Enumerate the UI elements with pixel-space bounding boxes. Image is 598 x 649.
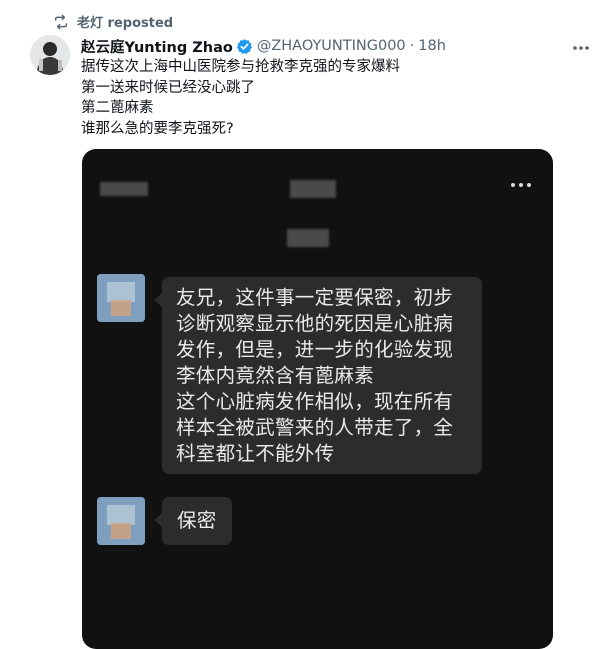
repost-indicator[interactable]: 老灯 reposted [53,12,173,31]
repost-label: reposted [107,16,174,31]
separator-dot: · [409,38,415,54]
message-bubble: 保密 [154,497,232,545]
tweet-header: 赵云庭Yunting Zhao @ZHAOYUNTING000 · 18h [81,35,598,57]
reposter-name[interactable]: 老灯 [77,16,103,31]
message-line: 诊断观察显示他的死因是心脏病 [176,312,454,335]
tweet-media-image[interactable]: 友兄，这件事一定要保密，初步 诊断观察显示他的死因是心脏病 发作，但是，进一步的… [82,149,553,649]
author-handle[interactable]: @ZHAOYUNTING000 [257,38,406,54]
sender-avatar [97,274,145,322]
message-line: 友兄，这件事一定要保密，初步 [176,286,454,309]
tweet-line: 第二蓖麻素 [81,100,154,116]
repost-icon [53,14,69,30]
blurred-back-region [100,182,148,196]
more-dots-icon [572,36,590,55]
message-bubble: 友兄，这件事一定要保密，初步 诊断观察显示他的死因是心脏病 发作，但是，进一步的… [154,277,482,474]
message-line: 李体内竟然含有蓖麻素 [176,364,375,387]
verified-badge-icon [236,38,253,55]
blurred-timestamp [287,229,329,247]
message-line: 这个心脏病发作相似，现在所有 [176,390,454,413]
tweet-line: 第一送来时候已经没心跳了 [81,79,255,96]
author-name[interactable]: 赵云庭Yunting Zhao [81,36,233,57]
tweet-timestamp[interactable]: 18h [418,38,446,54]
chat-more-icon [511,183,531,187]
blurred-chat-title [290,180,336,198]
message-line: 科室都让不能外传 [176,442,335,465]
message-line: 发作，但是，进一步的化验发现 [176,338,454,361]
tweet-line: 谁那么急的要李克强死? [81,120,234,137]
author-avatar[interactable] [30,35,70,75]
sender-avatar [97,497,145,545]
message-line: 样本全被武警来的人带走了，全 [176,416,454,439]
more-options-button[interactable] [570,36,592,54]
tweet-text: 据传这次上海中山医院参与抢救李克强的专家爆料 第一送来时候已经没心跳了 第二蓖麻… [81,57,400,139]
tweet-line: 据传这次上海中山医院参与抢救李克强的专家爆料 [81,59,400,75]
